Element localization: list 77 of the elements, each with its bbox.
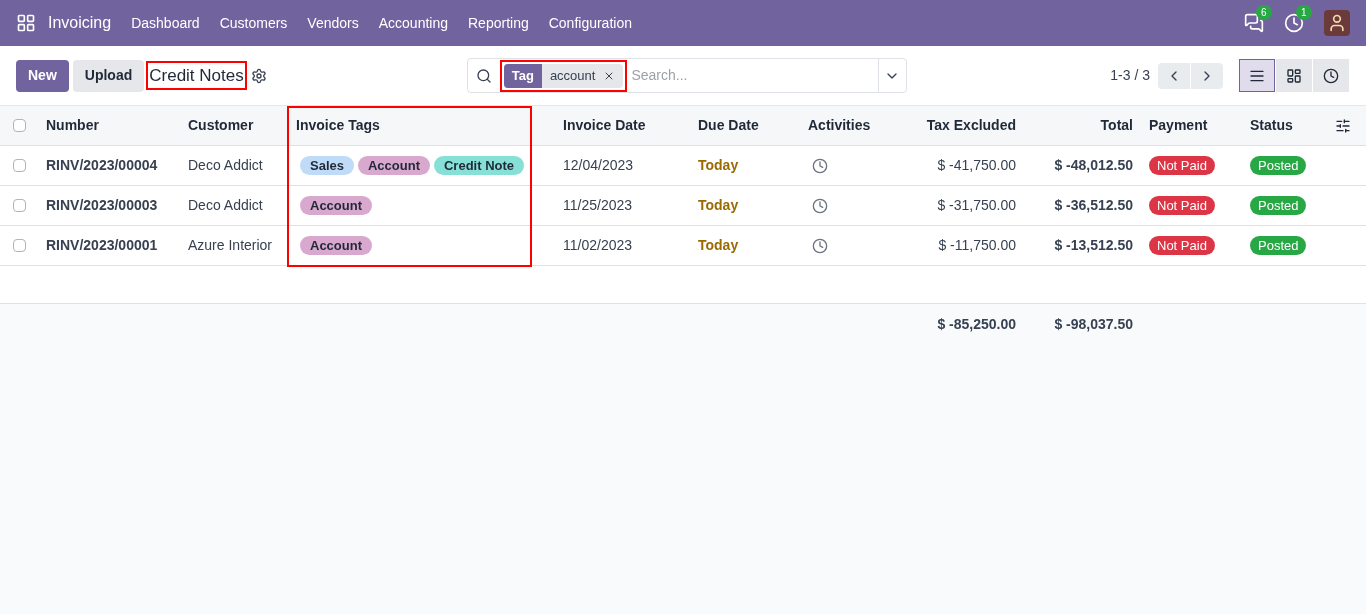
column-header[interactable]: Customer: [180, 115, 288, 136]
table-cell-text: $ -31,750.00: [936, 196, 1017, 215]
column-header[interactable]: Due Date: [690, 115, 800, 136]
table-cell-text: 11/02/2023: [562, 236, 634, 255]
settings-icon[interactable]: [250, 67, 267, 84]
table-cell-text: Today: [697, 236, 740, 255]
previous-button[interactable]: [1158, 62, 1190, 89]
menu-item[interactable]: Customers: [219, 12, 288, 34]
view-switch-button[interactable]: [1239, 59, 1275, 92]
tag: Account: [300, 236, 372, 255]
row-checkbox[interactable]: [12, 239, 26, 252]
view-switch-button[interactable]: [1276, 59, 1312, 92]
view-switch-button[interactable]: [1313, 59, 1349, 92]
search-field[interactable]: Search...: [631, 65, 878, 86]
row-checkbox[interactable]: [12, 199, 26, 212]
row-checkbox[interactable]: [12, 159, 26, 172]
column-header[interactable]: Number: [38, 115, 180, 136]
facet-value: account: [548, 66, 597, 85]
facet-label: Tag: [503, 63, 542, 88]
clock-icon[interactable]: [812, 197, 828, 214]
column-header[interactable]: Total: [1024, 115, 1141, 136]
kanban-view-icon: [1286, 67, 1302, 84]
status-badge: Posted: [1250, 236, 1307, 255]
status-badge: Posted: [1250, 156, 1307, 175]
select-all-checkbox[interactable]: [12, 119, 26, 132]
clock-icon[interactable]: [812, 157, 828, 174]
column-header[interactable]: Tax Excluded: [890, 115, 1024, 136]
total-value: $ -98,037.50: [1053, 314, 1134, 334]
column-header[interactable]: Payment: [1141, 115, 1242, 136]
table-cell-text: RINV/2023/00001: [45, 236, 159, 255]
payment-badge: Not Paid: [1149, 196, 1215, 215]
table-cell-text: $ -11,750.00: [937, 236, 1017, 255]
tag: Sales: [300, 156, 354, 175]
next-button[interactable]: [1191, 62, 1223, 89]
table-cell-text: 11/25/2023: [562, 196, 634, 215]
tag: Credit Note: [434, 156, 525, 175]
table-cell-text: $ -48,012.50: [1053, 156, 1134, 175]
status-badge: Posted: [1250, 196, 1307, 215]
menu-item[interactable]: Accounting: [378, 12, 448, 34]
column-header[interactable]: Invoice Tags: [288, 115, 555, 136]
new-button[interactable]: New: [16, 59, 69, 92]
page-title: Credit Notes: [146, 60, 247, 91]
app-name[interactable]: Invoicing: [48, 11, 112, 35]
menu-item[interactable]: Configuration: [548, 12, 632, 34]
table-cell-text: RINV/2023/00003: [45, 196, 159, 215]
menu-item[interactable]: Vendors: [307, 12, 359, 34]
total-value: $ -85,250.00: [936, 314, 1017, 334]
column-header[interactable]: Activities: [800, 115, 890, 136]
sliders-icon[interactable]: [1335, 117, 1351, 134]
table-cell-text: RINV/2023/00004: [45, 156, 159, 175]
search-icon: [475, 67, 492, 84]
table-cell-text: $ -41,750.00: [936, 156, 1017, 175]
table-cell-text: 12/04/2023: [562, 156, 635, 175]
table-cell-text: Deco Addict: [187, 156, 264, 175]
table-cell-text: $ -36,512.50: [1053, 196, 1134, 215]
payment-badge: Not Paid: [1149, 236, 1215, 255]
pager-value: 1-3 / 3: [1110, 66, 1150, 85]
menu-item[interactable]: Dashboard: [131, 12, 200, 34]
tag: Account: [300, 196, 372, 215]
table-cell-text: Today: [697, 156, 740, 175]
search-bar[interactable]: Tag account Search...: [466, 58, 907, 93]
count-badge: 6: [1256, 5, 1272, 20]
menu-item[interactable]: Reporting: [468, 12, 529, 34]
tag: Account: [358, 156, 430, 175]
upload-button[interactable]: Upload: [72, 59, 145, 92]
table-cell-text: Today: [697, 196, 740, 215]
table-cell-text: $ -13,512.50: [1053, 236, 1134, 255]
table-cell-text: Deco Addict: [187, 196, 264, 215]
clock-icon: [1323, 67, 1339, 84]
payment-badge: Not Paid: [1149, 156, 1215, 175]
table-cell-text: Azure Interior: [187, 236, 274, 255]
count-badge: 1: [1296, 5, 1312, 20]
column-header[interactable]: Invoice Date: [555, 115, 690, 136]
avatar[interactable]: [1324, 10, 1350, 36]
clock-icon[interactable]: [812, 237, 828, 254]
column-header[interactable]: Status: [1242, 115, 1335, 136]
apps-menu-icon[interactable]: [16, 13, 36, 33]
